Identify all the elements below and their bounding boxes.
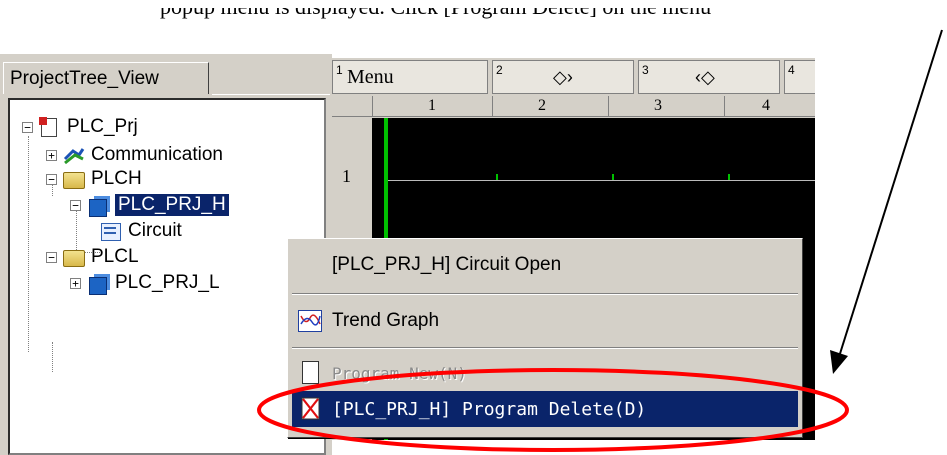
trend-graph-frame bbox=[298, 310, 322, 332]
folder-icon bbox=[63, 247, 85, 267]
project-tree: − PLC_Prj + Communication − PLCH − PLC_P… bbox=[8, 98, 326, 455]
project-tree-panel: ProjectTree_View − PLC_Prj + Communicati… bbox=[0, 54, 332, 455]
header-tab-label: Menu bbox=[347, 66, 394, 88]
tree-node-label: Communication bbox=[91, 144, 223, 165]
header-tab-number: 2 bbox=[496, 63, 503, 77]
tree-node-label: PLCL bbox=[91, 246, 139, 267]
document-shape bbox=[302, 361, 319, 384]
collapse-icon[interactable]: − bbox=[70, 199, 81, 211]
tree-node-root[interactable]: − PLC_Prj bbox=[22, 114, 138, 140]
tree-node-label: PLCH bbox=[91, 168, 142, 189]
trend-graph-icon bbox=[298, 308, 324, 334]
header-tab-label: ◇› bbox=[553, 67, 573, 87]
blank-icon bbox=[298, 252, 324, 278]
expand-icon[interactable]: + bbox=[46, 149, 57, 161]
menu-item-trend-graph[interactable]: Trend Graph bbox=[292, 303, 798, 339]
tree-node-communication[interactable]: + Communication bbox=[46, 142, 223, 168]
grid-marker bbox=[728, 174, 730, 180]
menu-item-label: [PLC_PRJ_H] Circuit Open bbox=[332, 254, 562, 275]
red-marker bbox=[39, 117, 47, 125]
ruler-label: 3 bbox=[654, 97, 662, 114]
tree-node-label: PLC_Prj bbox=[67, 116, 138, 137]
new-document-icon bbox=[298, 360, 324, 386]
header-tab-label: ‹◇ bbox=[695, 67, 715, 87]
header-tab-1[interactable]: 1 Menu bbox=[332, 60, 488, 94]
tab-project-tree-view[interactable]: ProjectTree_View bbox=[3, 62, 209, 94]
header-tab-number: 3 bbox=[642, 63, 649, 77]
communication-icon bbox=[63, 145, 85, 165]
menu-separator bbox=[292, 293, 798, 295]
tree-node-plc-prj-l[interactable]: + PLC_PRJ_L bbox=[70, 270, 220, 296]
instruction-caption: popup menu is displayed. Click [Program … bbox=[160, 0, 712, 19]
header-tab-number: 1 bbox=[336, 63, 343, 77]
ruler-label: 4 bbox=[762, 97, 770, 114]
tree-node-label: PLC_PRJ_L bbox=[115, 272, 220, 293]
menu-item-label: Program New(N) bbox=[332, 363, 467, 383]
context-menu: [PLC_PRJ_H] Circuit Open Trend Graph Pro… bbox=[287, 238, 803, 438]
program-icon bbox=[87, 273, 109, 295]
collapse-icon[interactable]: − bbox=[22, 121, 33, 133]
expand-icon[interactable]: + bbox=[70, 277, 81, 289]
ruler-tick bbox=[492, 96, 493, 116]
project-icon bbox=[39, 117, 61, 137]
folder-icon bbox=[63, 169, 85, 189]
pointer-arrow-line bbox=[837, 29, 943, 361]
ruler-tick bbox=[372, 96, 373, 116]
tree-node-plch[interactable]: − PLCH bbox=[46, 166, 142, 192]
tree-node-plcl[interactable]: − PLCL bbox=[46, 244, 139, 270]
pointer-arrow-head bbox=[830, 350, 848, 374]
circuit-icon-line bbox=[104, 232, 116, 234]
delete-icon bbox=[298, 396, 324, 422]
collapse-icon[interactable]: − bbox=[46, 173, 57, 185]
menu-item-label: Trend Graph bbox=[332, 310, 440, 331]
program-icon bbox=[87, 195, 109, 217]
tree-node-label-selected: PLC_PRJ_H bbox=[114, 193, 230, 217]
tree-node-plc-prj-h[interactable]: − PLC_PRJ_H bbox=[70, 192, 230, 218]
tree-connector bbox=[52, 342, 53, 372]
ruler-tick bbox=[608, 96, 609, 116]
header-tab-number: 4 bbox=[788, 63, 795, 77]
menu-item-program-new[interactable]: Program New(N) bbox=[292, 355, 798, 391]
tree-node-label: Circuit bbox=[128, 220, 182, 241]
menu-item-label: [PLC_PRJ_H] Program Delete(D) bbox=[332, 398, 647, 420]
header-tab-2[interactable]: 2 ◇› bbox=[492, 60, 634, 94]
menu-separator bbox=[292, 347, 798, 349]
tab-strip-gap bbox=[212, 62, 330, 95]
ruler-label: 2 bbox=[538, 97, 546, 114]
column-ruler: 1 2 3 4 bbox=[332, 96, 815, 117]
header-tab-3[interactable]: 3 ‹◇ bbox=[638, 60, 780, 94]
grid-marker bbox=[496, 174, 498, 180]
collapse-icon[interactable]: − bbox=[46, 251, 57, 263]
menu-item-program-delete[interactable]: [PLC_PRJ_H] Program Delete(D) bbox=[292, 391, 798, 427]
circuit-icon bbox=[100, 221, 122, 241]
grid-marker bbox=[612, 174, 614, 180]
tree-connector bbox=[28, 136, 29, 352]
circuit-icon-line bbox=[104, 227, 116, 229]
ladder-rung bbox=[388, 180, 815, 181]
row-number: 1 bbox=[342, 166, 351, 186]
menu-item-circuit-open[interactable]: [PLC_PRJ_H] Circuit Open bbox=[292, 247, 798, 283]
ruler-label: 1 bbox=[428, 97, 436, 114]
tree-node-circuit[interactable]: Circuit bbox=[100, 218, 182, 244]
header-tab-4[interactable]: 4 bbox=[784, 60, 815, 94]
ruler-tick bbox=[724, 96, 725, 116]
